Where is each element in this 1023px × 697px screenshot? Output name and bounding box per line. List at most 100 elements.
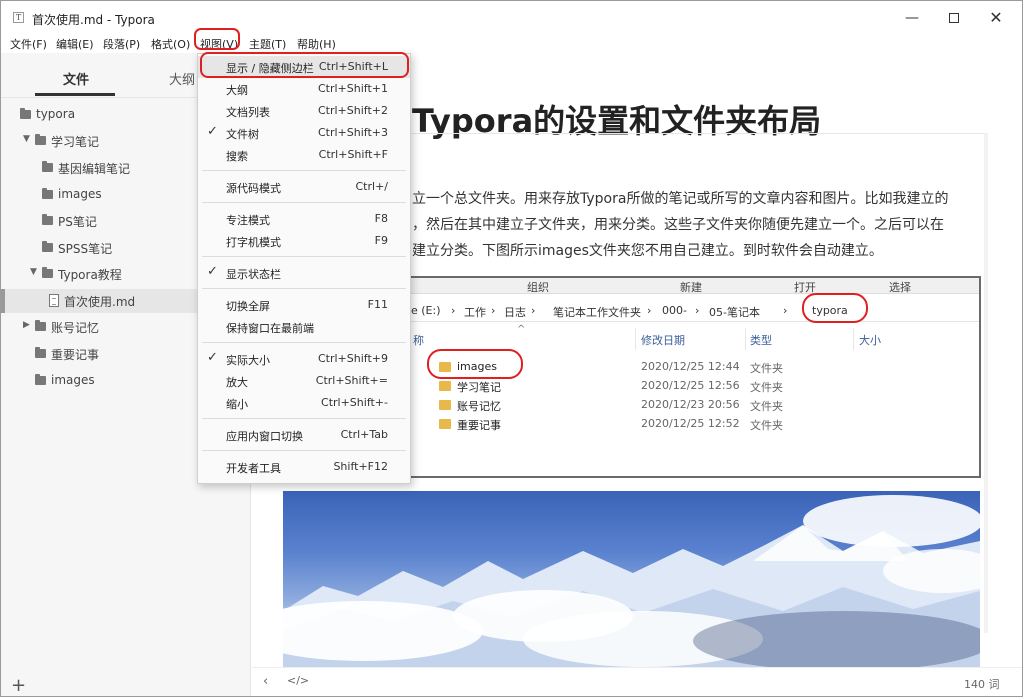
document-heading[interactable]: Typora的设置和文件夹布局	[412, 96, 821, 142]
menu-separator	[202, 342, 406, 343]
tree-item-label: 重要记事	[51, 348, 100, 362]
folder-icon	[439, 419, 451, 429]
chevron-left-icon[interactable]: ‹	[263, 674, 268, 689]
menu-edit[interactable]: 编辑(E)	[56, 36, 94, 52]
menu-item-source-mode[interactable]: 源代码模式 Ctrl+/	[198, 176, 410, 198]
paragraph-line: 立一个总文件夹。用来存放Typora所做的笔记或所写的文章内容和图片。比如我建立…	[412, 191, 949, 207]
menu-item-label: 大纲	[226, 84, 248, 97]
maximize-button[interactable]	[939, 7, 969, 29]
folder-icon	[35, 134, 46, 145]
folder-icon	[35, 347, 46, 358]
address-separator: ›	[491, 304, 496, 317]
row-date: 2020/12/25 12:44	[641, 360, 740, 373]
tree-item-label: 基因编辑笔记	[58, 162, 131, 176]
add-file-button[interactable]: +	[11, 675, 26, 696]
word-count[interactable]: 140 词	[964, 676, 1000, 692]
row-name: 重要记事	[457, 419, 501, 432]
menu-item-shortcut: F9	[374, 234, 388, 247]
column-header: 称	[413, 334, 424, 347]
tree-item-label: PS笔记	[58, 215, 97, 229]
row-date: 2020/12/25 12:52	[641, 417, 740, 430]
tree-item-label: 账号记忆	[51, 321, 100, 335]
menu-item-zoom-in[interactable]: 放大 Ctrl+Shift+=	[198, 370, 410, 392]
title-bar: T 首次使用.md - Typora — ✕	[1, 1, 1022, 33]
menu-file[interactable]: 文件(F)	[10, 36, 47, 52]
typora-window: T 首次使用.md - Typora — ✕ 文件(F) 编辑(E) 段落(P)…	[0, 0, 1023, 697]
ribbon-label: 新建	[680, 281, 702, 294]
paragraph-line: 建立分类。下图所示images文件夹您不用自己建立。到时软件会自动建立。	[412, 243, 883, 259]
close-button[interactable]: ✕	[981, 7, 1011, 29]
status-bar: ‹ </> 140 词	[252, 667, 1022, 696]
menu-help[interactable]: 帮助(H)	[297, 36, 336, 52]
row-type: 文件夹	[750, 400, 783, 413]
folder-icon	[42, 214, 53, 225]
annotation-circle	[802, 293, 868, 323]
ribbon-label: 组织	[527, 281, 549, 294]
menu-item-shortcut: Ctrl+Shift+=	[315, 374, 388, 387]
menu-separator	[202, 170, 406, 171]
menu-item-label: 开发者工具	[226, 462, 281, 475]
tree-item-label: typora	[36, 107, 76, 121]
address-segment: e (E:)	[411, 304, 441, 317]
row-date: 2020/12/23 20:56	[641, 398, 740, 411]
tab-files[interactable]: 文件	[63, 69, 89, 88]
menu-item-doc-list[interactable]: 文档列表 Ctrl+Shift+2	[198, 100, 410, 122]
document-paragraph[interactable]: 立一个总文件夹。用来存放Typora所做的笔记或所写的文章内容和图片。比如我建立…	[412, 186, 982, 264]
menu-item-always-on-top[interactable]: 保持窗口在最前端	[198, 316, 410, 338]
address-segment: 日志	[504, 306, 526, 319]
menu-item-dev-tools[interactable]: 开发者工具 Shift+F12	[198, 456, 410, 478]
menu-item-status-bar[interactable]: ✓ 显示状态栏	[198, 262, 410, 284]
markdown-file-icon	[49, 294, 59, 307]
menu-item-shortcut: Shift+F12	[333, 460, 388, 473]
menu-paragraph[interactable]: 段落(P)	[103, 36, 140, 52]
menu-item-label: 打字机模式	[226, 236, 281, 249]
menu-item-shortcut: Ctrl+Shift+1	[317, 82, 388, 95]
column-divider	[853, 328, 854, 350]
address-segment: 05-笔记本	[709, 306, 760, 319]
menu-item-file-tree[interactable]: ✓ 文件树 Ctrl+Shift+3	[198, 122, 410, 144]
menu-separator	[202, 418, 406, 419]
menu-item-window-switch[interactable]: 应用内窗口切换 Ctrl+Tab	[198, 424, 410, 446]
minimize-button[interactable]: —	[897, 7, 927, 29]
menu-item-label: 搜索	[226, 150, 248, 163]
menu-item-label: 切换全屏	[226, 300, 270, 313]
address-separator: ›	[451, 304, 456, 317]
column-divider	[745, 328, 746, 350]
menu-item-label: 专注模式	[226, 214, 270, 227]
caret-right-icon: ▶	[23, 320, 30, 330]
menu-format[interactable]: 格式(O)	[151, 36, 190, 52]
address-segment: 笔记本工作文件夹	[553, 306, 641, 319]
tree-item-label: images	[58, 187, 102, 201]
menu-item-label: 文件树	[226, 128, 259, 141]
menu-item-actual-size[interactable]: ✓ 实际大小 Ctrl+Shift+9	[198, 348, 410, 370]
menu-item-zoom-out[interactable]: 缩小 Ctrl+Shift+-	[198, 392, 410, 414]
menu-item-label: 源代码模式	[226, 182, 281, 195]
row-type: 文件夹	[750, 381, 783, 394]
editor-scrollbar[interactable]	[984, 133, 988, 633]
menu-item-outline[interactable]: 大纲 Ctrl+Shift+1	[198, 78, 410, 100]
check-icon: ✓	[207, 124, 218, 139]
row-date: 2020/12/25 12:56	[641, 379, 740, 392]
menu-item-typewriter-mode[interactable]: 打字机模式 F9	[198, 230, 410, 252]
caret-down-icon: ▼	[30, 267, 37, 277]
address-separator: ›	[783, 304, 788, 317]
menu-item-search[interactable]: 搜索 Ctrl+Shift+F	[198, 144, 410, 166]
menu-item-label: 保持窗口在最前端	[226, 322, 314, 335]
menu-bar: 文件(F) 编辑(E) 段落(P) 格式(O) 视图(V) 主题(T) 帮助(H…	[1, 33, 1022, 53]
row-name: 学习笔记	[457, 381, 501, 394]
tab-outline[interactable]: 大纲	[169, 69, 195, 88]
menu-item-focus-mode[interactable]: 专注模式 F8	[198, 208, 410, 230]
address-separator: ›	[531, 304, 536, 317]
menu-item-label: 实际大小	[226, 354, 270, 367]
source-code-icon[interactable]: </>	[287, 674, 309, 687]
annotation-circle	[200, 52, 409, 78]
paragraph-line: ，然后在其中建立子文件夹，用来分类。这些子文件夹你随便先建立一个。之后可以在	[412, 217, 944, 233]
address-separator: ›	[695, 304, 700, 317]
check-icon: ✓	[207, 264, 218, 279]
menu-item-fullscreen[interactable]: 切换全屏 F11	[198, 294, 410, 316]
check-icon: ✓	[207, 350, 218, 365]
folder-icon	[42, 267, 53, 278]
menu-theme[interactable]: 主题(T)	[249, 36, 286, 52]
column-header: 修改日期	[641, 334, 685, 347]
tree-item-label: 学习笔记	[51, 135, 100, 149]
